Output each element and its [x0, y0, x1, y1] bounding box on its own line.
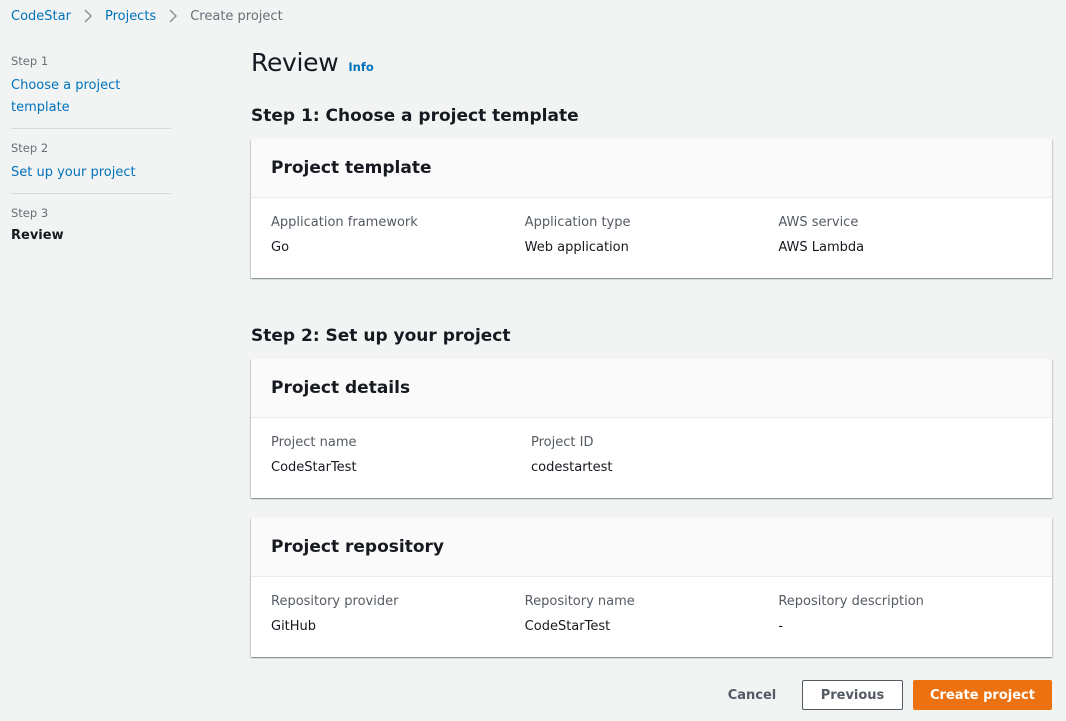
- kv-value: Web application: [524, 240, 629, 255]
- step-label: Step 2: [11, 141, 49, 155]
- kv-repository-name: Repository name CodeStarTest: [525, 594, 779, 635]
- section-title-step1: Step 1: Choose a project template: [251, 106, 579, 126]
- card-title: Project details: [271, 378, 411, 398]
- card-title: Project template: [271, 158, 432, 178]
- page-header: Review Info: [251, 48, 1052, 86]
- step-link-setup-project[interactable]: Set up your project: [11, 165, 136, 180]
- kv-value: codestartest: [531, 460, 613, 475]
- project-template-card: Project template Application framework G…: [251, 139, 1052, 278]
- breadcrumb-projects[interactable]: Projects: [105, 9, 156, 24]
- step-current-review: Review: [11, 228, 64, 243]
- previous-button[interactable]: Previous: [802, 680, 903, 710]
- card-header: Project details: [251, 359, 1052, 418]
- card-title: Project repository: [271, 537, 444, 557]
- kv-key: Repository description: [778, 594, 924, 609]
- page-title: Review: [251, 48, 339, 77]
- wizard-steps-nav: Step 1 Choose a project template Step 2 …: [11, 54, 171, 256]
- kv-key: Application framework: [271, 215, 418, 230]
- card-body: Project name CodeStarTest Project ID cod…: [251, 418, 1052, 498]
- wizard-step-2: Step 2 Set up your project: [11, 128, 171, 193]
- kv-value: CodeStarTest: [524, 619, 611, 634]
- kv-aws-service: AWS service AWS Lambda: [778, 215, 1032, 256]
- kv-key: Project name: [271, 435, 357, 450]
- cancel-button[interactable]: Cancel: [712, 680, 792, 710]
- kv-value: CodeStarTest: [271, 460, 357, 475]
- kv-value: Go: [271, 240, 290, 255]
- chevron-right-icon: [162, 6, 184, 26]
- kv-application-type: Application type Web application: [525, 215, 779, 256]
- create-project-button[interactable]: Create project: [913, 680, 1052, 710]
- kv-value: AWS Lambda: [778, 240, 865, 255]
- card-body: Repository provider GitHub Repository na…: [251, 577, 1052, 657]
- kv-value: GitHub: [271, 619, 317, 634]
- breadcrumb-current: Create project: [190, 8, 283, 24]
- kv-key: Repository provider: [271, 594, 399, 609]
- kv-project-name: Project name CodeStarTest: [271, 435, 531, 476]
- step-label: Step 3: [11, 206, 49, 220]
- breadcrumb: CodeStar Projects Create project: [11, 6, 283, 26]
- project-repository-card: Project repository Repository provider G…: [251, 518, 1052, 657]
- info-link[interactable]: Info: [348, 60, 373, 74]
- wizard-step-3: Step 3 Review: [11, 193, 171, 256]
- kv-repository-provider: Repository provider GitHub: [271, 594, 525, 635]
- main-content: Review Info Step 1: Choose a project tem…: [251, 48, 1052, 657]
- section-title-step2: Step 2: Set up your project: [251, 326, 511, 346]
- step-label: Step 1: [11, 54, 49, 68]
- kv-key: Application type: [524, 215, 631, 230]
- breadcrumb-codestar[interactable]: CodeStar: [11, 9, 71, 24]
- kv-key: Project ID: [531, 435, 594, 450]
- kv-application-framework: Application framework Go: [271, 215, 525, 256]
- step-link-choose-template[interactable]: Choose a project template: [11, 78, 120, 115]
- card-header: Project template: [251, 139, 1052, 198]
- wizard-step-1: Step 1 Choose a project template: [11, 54, 171, 128]
- kv-repository-description: Repository description -: [778, 594, 1032, 635]
- wizard-actions: Cancel Previous Create project: [712, 680, 1052, 710]
- kv-project-id: Project ID codestartest: [531, 435, 791, 476]
- kv-key: Repository name: [524, 594, 635, 609]
- kv-key: AWS service: [778, 215, 859, 230]
- project-details-card: Project details Project name CodeStarTes…: [251, 359, 1052, 498]
- card-body: Application framework Go Application typ…: [251, 198, 1052, 278]
- kv-value: -: [778, 619, 784, 634]
- card-header: Project repository: [251, 518, 1052, 577]
- chevron-right-icon: [77, 6, 99, 26]
